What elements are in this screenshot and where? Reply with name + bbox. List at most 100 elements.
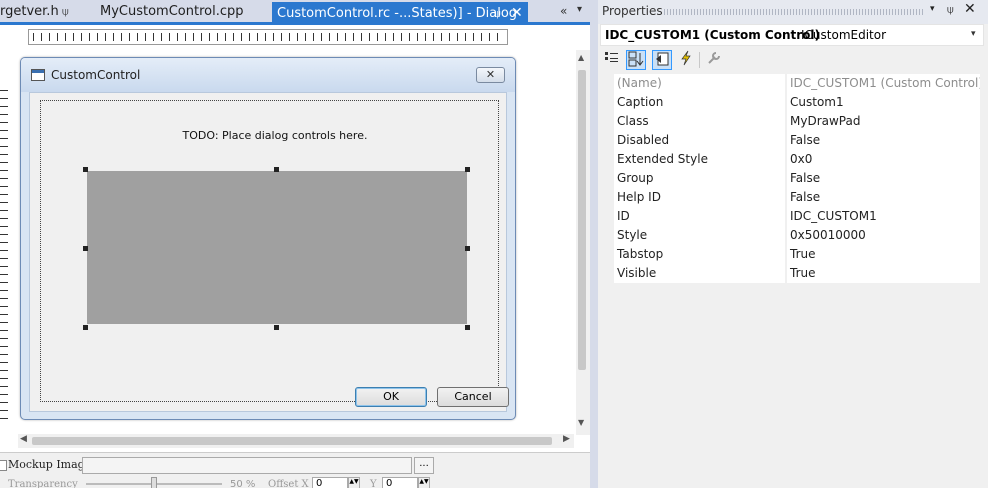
scroll-down-icon[interactable]: ▼ bbox=[578, 418, 584, 427]
property-value[interactable]: IDC_CUSTOM1 bbox=[787, 207, 980, 226]
vertical-scrollbar[interactable]: ▲ ▼ bbox=[576, 50, 590, 435]
properties-icon[interactable] bbox=[652, 50, 672, 70]
drag-grip[interactable] bbox=[664, 9, 924, 15]
resize-handle-sw[interactable] bbox=[83, 325, 88, 330]
property-grid: (Name) IDC_CUSTOM1 (Custom Control) Capti… bbox=[598, 74, 980, 283]
dialog-margin-guide: TODO: Place dialog controls here. OK Can… bbox=[40, 100, 509, 407]
resize-handle-n[interactable] bbox=[274, 167, 279, 172]
pin-icon[interactable]: ⍦ bbox=[62, 2, 69, 22]
close-icon[interactable]: ✕ bbox=[476, 67, 505, 83]
property-name: Visible bbox=[614, 264, 786, 283]
resize-handle-nw[interactable] bbox=[83, 167, 88, 172]
resize-handle-e[interactable] bbox=[465, 246, 470, 251]
document-tab-bar: rgetver.h ⍦ MyCustomControl.cpp CustomCo… bbox=[0, 0, 590, 24]
offset-x-label: Offset X bbox=[268, 479, 309, 488]
scroll-thumb[interactable] bbox=[578, 70, 586, 370]
property-value[interactable]: Custom1 bbox=[787, 93, 980, 112]
tab-mycustomcontrol-cpp[interactable]: MyCustomControl.cpp bbox=[100, 2, 260, 24]
toolbar-separator bbox=[699, 52, 700, 68]
property-name: Style bbox=[614, 226, 786, 245]
browse-button[interactable]: ... bbox=[414, 457, 434, 474]
wrench-icon[interactable] bbox=[704, 50, 724, 70]
tab-scroll-left-icon[interactable]: « bbox=[560, 4, 567, 18]
property-row-class[interactable]: Class MyDrawPad bbox=[598, 112, 980, 131]
property-row-name[interactable]: (Name) IDC_CUSTOM1 (Custom Control) bbox=[598, 74, 980, 93]
property-name: Tabstop bbox=[614, 245, 786, 264]
auto-hide-pin-icon[interactable]: ⍦ bbox=[947, 3, 954, 17]
resize-handle-w[interactable] bbox=[83, 246, 88, 251]
tab-label: MyCustomControl.cpp bbox=[100, 4, 244, 19]
tab-label: rgetver.h bbox=[0, 4, 59, 19]
custom-control-idc-custom1[interactable] bbox=[87, 171, 467, 324]
mockup-image-checkbox[interactable] bbox=[0, 460, 7, 471]
resize-handle-se[interactable] bbox=[465, 325, 470, 330]
property-value[interactable]: False bbox=[787, 131, 980, 150]
mockup-image-panel: Mockup Image ... Transparency 50 % Offse… bbox=[0, 452, 590, 488]
property-name: Disabled bbox=[614, 131, 786, 150]
property-value[interactable]: False bbox=[787, 188, 980, 207]
offset-y-spinner[interactable]: ▲▼ bbox=[418, 477, 430, 488]
dialog-client-area[interactable]: TODO: Place dialog controls here. OK Can… bbox=[29, 92, 509, 412]
property-value[interactable]: MyDrawPad bbox=[787, 112, 980, 131]
transparency-slider-thumb[interactable] bbox=[151, 477, 157, 488]
property-name: ID bbox=[614, 207, 786, 226]
tab-customcontrol-rc-dialog[interactable]: CustomControl.rc -...States)] - Dialog ⍦… bbox=[272, 2, 528, 24]
dialog-preview[interactable]: CustomControl ✕ TODO: Place dialog contr… bbox=[20, 57, 516, 420]
property-row-extended-style[interactable]: Extended Style 0x0 bbox=[598, 150, 980, 169]
transparency-value: 50 % bbox=[230, 479, 256, 488]
window-icon bbox=[31, 69, 45, 81]
chevron-down-icon[interactable]: ▾ bbox=[971, 29, 976, 39]
mockup-image-path-field[interactable] bbox=[82, 457, 412, 474]
property-row-tabstop[interactable]: Tabstop True bbox=[598, 245, 980, 264]
properties-toolbar bbox=[598, 48, 988, 72]
tab-targetver-h[interactable]: rgetver.h ⍦ bbox=[0, 2, 86, 24]
offset-x-spinner[interactable]: ▲▼ bbox=[348, 477, 360, 488]
scroll-up-icon[interactable]: ▲ bbox=[578, 53, 584, 62]
alphabetical-icon[interactable] bbox=[626, 50, 646, 70]
categorized-icon[interactable] bbox=[602, 50, 622, 70]
vertical-ruler bbox=[0, 90, 8, 420]
property-value[interactable]: True bbox=[787, 264, 980, 283]
resize-handle-s[interactable] bbox=[274, 325, 279, 330]
property-row-group[interactable]: Group False bbox=[598, 169, 980, 188]
tab-label: CustomControl.rc -...States)] - Dialog bbox=[277, 6, 518, 21]
panel-splitter[interactable] bbox=[590, 0, 598, 488]
selected-object-type: ICustomEditor bbox=[801, 28, 887, 42]
object-selector-dropdown[interactable]: IDC_CUSTOM1 (Custom Control) ICustomEdit… bbox=[600, 24, 984, 46]
scroll-left-icon[interactable]: ◀ bbox=[20, 434, 27, 444]
property-row-visible[interactable]: Visible True bbox=[598, 264, 980, 283]
close-icon[interactable]: ✕ bbox=[511, 3, 523, 23]
pin-icon[interactable]: ⍦ bbox=[494, 4, 501, 24]
dialog-title-bar: CustomControl ✕ bbox=[21, 58, 515, 92]
property-value[interactable]: False bbox=[787, 169, 980, 188]
close-icon[interactable]: ✕ bbox=[964, 1, 976, 17]
property-row-id[interactable]: ID IDC_CUSTOM1 bbox=[598, 207, 980, 226]
cancel-button[interactable]: Cancel bbox=[437, 387, 509, 407]
property-name: Caption bbox=[614, 93, 786, 112]
window-position-dropdown-icon[interactable]: ▾ bbox=[930, 4, 935, 14]
property-row-help-id[interactable]: Help ID False bbox=[598, 188, 980, 207]
scroll-right-icon[interactable]: ▶ bbox=[563, 434, 570, 444]
property-description-area bbox=[598, 283, 988, 488]
resize-handle-ne[interactable] bbox=[465, 167, 470, 172]
offset-y-input[interactable]: 0 bbox=[382, 477, 418, 488]
property-row-caption[interactable]: Caption Custom1 bbox=[598, 93, 980, 112]
horizontal-scrollbar[interactable]: ◀ ▶ bbox=[18, 434, 574, 448]
todo-static-text[interactable]: TODO: Place dialog controls here. bbox=[41, 129, 509, 142]
property-value[interactable]: 0x50010000 bbox=[787, 226, 980, 245]
property-name: Extended Style bbox=[614, 150, 786, 169]
property-row-disabled[interactable]: Disabled False bbox=[598, 131, 980, 150]
dialog-caption: CustomControl bbox=[51, 68, 141, 82]
tab-list-dropdown-icon[interactable]: ▾ bbox=[577, 4, 582, 15]
property-value[interactable]: True bbox=[787, 245, 980, 264]
property-value: IDC_CUSTOM1 (Custom Control) bbox=[787, 74, 980, 93]
property-row-style[interactable]: Style 0x50010000 bbox=[598, 226, 980, 245]
offset-x-input[interactable]: 0 bbox=[312, 477, 348, 488]
properties-header: Properties ▾ ⍦ ✕ bbox=[598, 0, 988, 24]
ok-button[interactable]: OK bbox=[355, 387, 427, 407]
mockup-image-label: Mockup Image bbox=[8, 458, 92, 471]
scroll-thumb[interactable] bbox=[32, 437, 552, 445]
lightning-icon[interactable] bbox=[676, 50, 696, 70]
property-value[interactable]: 0x0 bbox=[787, 150, 980, 169]
property-name: Group bbox=[614, 169, 786, 188]
